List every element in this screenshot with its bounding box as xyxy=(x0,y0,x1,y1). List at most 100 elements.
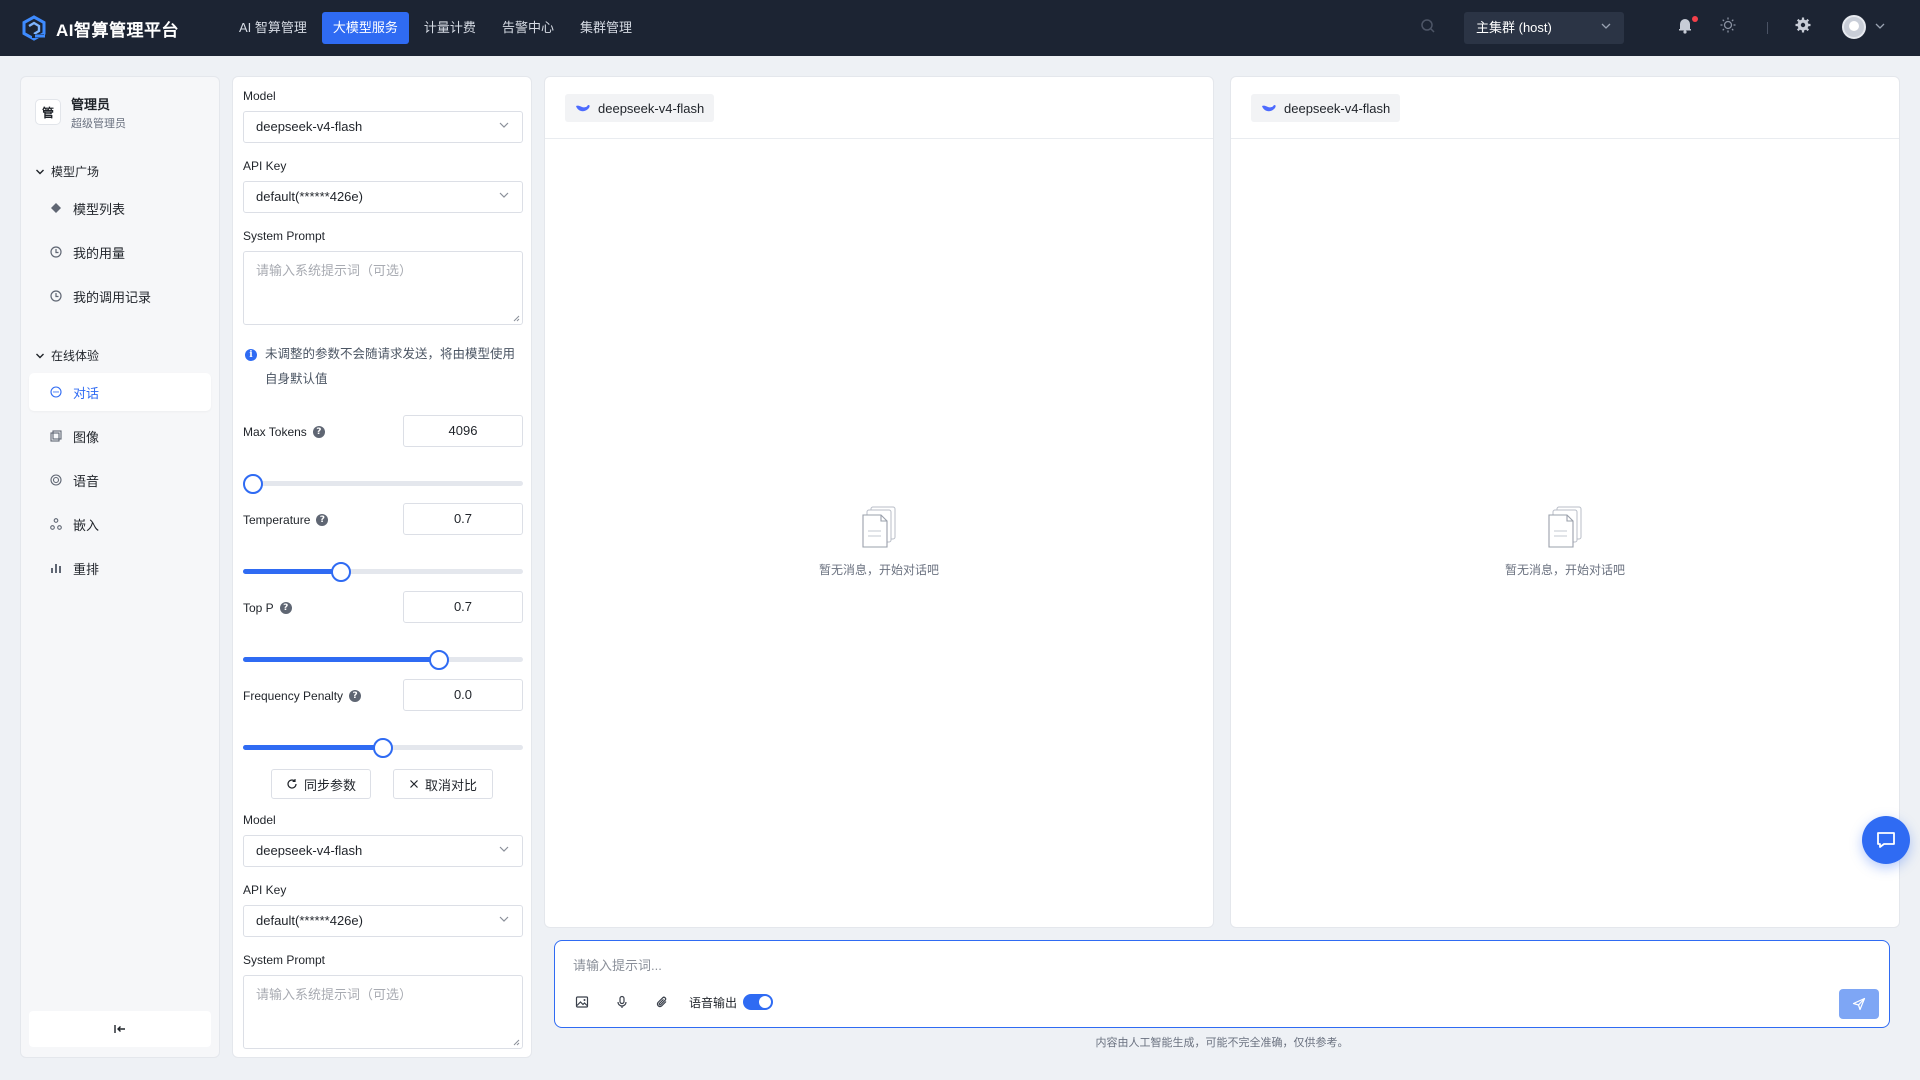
sidebar-item-history[interactable]: 我的调用记录 xyxy=(29,277,211,315)
attachment-icon[interactable] xyxy=(653,993,671,1011)
cancel-compare-label: 取消对比 xyxy=(424,777,477,793)
sidebar-group-online[interactable]: 在线体验 xyxy=(35,347,99,364)
sidebar-group-model-plaza[interactable]: 模型广场 xyxy=(35,163,99,180)
resize-handle-icon[interactable] xyxy=(512,314,520,322)
brand[interactable]: AI智算管理平台 xyxy=(20,14,210,42)
resize-handle-icon[interactable] xyxy=(512,1038,520,1046)
user-menu[interactable] xyxy=(1842,15,1886,39)
max-tokens-input[interactable]: 4096 xyxy=(403,415,523,447)
nav-billing[interactable]: 计量计费 xyxy=(413,12,487,44)
system-prompt-input[interactable]: 请输入系统提示词（可选） xyxy=(243,251,523,325)
temperature-slider[interactable] xyxy=(243,562,523,582)
user-card: 管 管理员 超级管理员 xyxy=(31,87,211,137)
apikey2-select[interactable]: default(******426e) xyxy=(243,905,523,937)
slider-thumb[interactable] xyxy=(243,474,263,494)
chevron-down-icon xyxy=(498,112,510,142)
sidebar-item-rerank[interactable]: 重排 xyxy=(29,549,211,587)
bell-icon[interactable] xyxy=(1676,16,1698,38)
model-chip[interactable]: deepseek-v4-flash xyxy=(1251,94,1401,122)
frequency-penalty-slider[interactable] xyxy=(243,738,523,758)
chat-pane-right: deepseek-v4-flash 暂无消息，开始对话吧 xyxy=(1230,76,1900,928)
embed-icon xyxy=(49,517,63,531)
system-prompt2-input[interactable]: 请输入系统提示词（可选） xyxy=(243,975,523,1049)
send-button[interactable] xyxy=(1839,989,1879,1019)
sidebar-item-label: 图像 xyxy=(73,429,100,445)
sidebar-item-audio[interactable]: 语音 xyxy=(29,461,211,499)
chevron-down-icon xyxy=(498,906,510,936)
collapse-sidebar-button[interactable] xyxy=(29,1011,211,1047)
audio-icon xyxy=(49,473,63,487)
top-navbar: AI智算管理平台 AI 智算管理 大模型服务 计量计费 告警中心 集群管理 主集… xyxy=(0,0,1920,56)
user-badge: 管 xyxy=(35,99,61,125)
top-nav: AI 智算管理 大模型服务 计量计费 告警中心 集群管理 xyxy=(228,12,643,44)
microphone-icon[interactable] xyxy=(613,993,631,1011)
sidebar-item-chat[interactable]: 对话 xyxy=(29,373,211,411)
nav-alerts[interactable]: 告警中心 xyxy=(491,12,565,44)
sidebar-group-label: 模型广场 xyxy=(51,165,100,179)
prompt-composer[interactable]: 请输入提示词... 语音输出 xyxy=(554,940,1890,1028)
model-select-value: deepseek-v4-flash xyxy=(256,119,363,134)
voice-output-toggle[interactable] xyxy=(743,994,774,1010)
voice-output-control[interactable]: 语音输出 xyxy=(689,994,774,1011)
empty-state: 暂无消息，开始对话吧 xyxy=(545,505,1213,578)
empty-doc-icon xyxy=(859,505,899,549)
sidebar-item-label: 模型列表 xyxy=(73,201,126,217)
chevron-down-icon xyxy=(1600,12,1612,44)
floating-chat-button[interactable] xyxy=(1862,816,1910,864)
sidebar: 管 管理员 超级管理员 模型广场 模型列表 我的用量 我的调用记录 在线体验 对… xyxy=(20,76,220,1058)
sidebar-item-label: 语音 xyxy=(73,473,100,489)
frequency-penalty-input[interactable]: 0.0 xyxy=(403,679,523,711)
composer-toolbar: 语音输出 xyxy=(573,993,774,1011)
chevron-down-icon xyxy=(1874,20,1886,35)
gear-icon[interactable] xyxy=(1794,16,1816,38)
nav-ai-compute[interactable]: AI 智算管理 xyxy=(228,12,318,44)
model2-select[interactable]: deepseek-v4-flash xyxy=(243,835,523,867)
sidebar-item-label: 我的调用记录 xyxy=(73,289,152,305)
sync-params-button[interactable]: 同步参数 xyxy=(271,769,371,799)
slider-thumb[interactable] xyxy=(373,738,393,758)
params-info-note: i 未调整的参数不会随请求发送，将由模型使用自身默认值 xyxy=(245,347,525,392)
top-p-slider[interactable] xyxy=(243,650,523,670)
sidebar-item-image[interactable]: 图像 xyxy=(29,417,211,455)
close-icon xyxy=(410,780,418,788)
search-icon[interactable] xyxy=(1420,18,1440,38)
apikey2-label: API Key xyxy=(243,883,287,897)
max-tokens-slider[interactable] xyxy=(243,474,523,494)
cancel-compare-button[interactable]: 取消对比 xyxy=(393,769,493,799)
top-p-label: Top P ? xyxy=(243,601,292,615)
slider-thumb[interactable] xyxy=(331,562,351,582)
model-chip-label: deepseek-v4-flash xyxy=(1284,100,1391,116)
max-tokens-label-text: Max Tokens xyxy=(243,425,307,439)
app-title: AI智算管理平台 xyxy=(56,20,179,40)
usage-icon xyxy=(49,245,63,259)
model-chip[interactable]: deepseek-v4-flash xyxy=(565,94,715,122)
model2-label: Model xyxy=(243,813,276,827)
max-tokens-label: Max Tokens ? xyxy=(243,425,325,439)
sidebar-item-embed[interactable]: 嵌入 xyxy=(29,505,211,543)
system-prompt-placeholder: 请输入系统提示词（可选） xyxy=(256,263,413,278)
chevron-down-icon xyxy=(36,169,44,174)
help-icon[interactable]: ? xyxy=(312,426,325,438)
slider-thumb[interactable] xyxy=(429,650,449,670)
help-icon[interactable]: ? xyxy=(316,514,329,526)
nav-cluster[interactable]: 集群管理 xyxy=(569,12,643,44)
chat-pane-header: deepseek-v4-flash xyxy=(545,77,1213,139)
top-p-input[interactable]: 0.7 xyxy=(403,591,523,623)
temperature-input[interactable]: 0.7 xyxy=(403,503,523,535)
model-select[interactable]: deepseek-v4-flash xyxy=(243,111,523,143)
help-icon[interactable]: ? xyxy=(349,690,362,702)
sidebar-item-model-list[interactable]: 模型列表 xyxy=(29,189,211,227)
apikey-select[interactable]: default(******426e) xyxy=(243,181,523,213)
nav-llm-service[interactable]: 大模型服务 xyxy=(321,12,409,44)
chat-pane-left: deepseek-v4-flash 暂无消息，开始对话吧 xyxy=(544,76,1214,928)
header-divider xyxy=(1767,22,1768,34)
image-upload-icon[interactable] xyxy=(573,993,591,1011)
cluster-select[interactable]: 主集群 (host) xyxy=(1464,12,1624,44)
deepseek-whale-icon xyxy=(576,105,590,112)
notification-dot xyxy=(1692,16,1698,22)
sidebar-item-usage[interactable]: 我的用量 xyxy=(29,233,211,271)
prompt-input-placeholder[interactable]: 请输入提示词... xyxy=(573,955,662,974)
theme-sun-icon[interactable] xyxy=(1719,16,1741,38)
help-icon[interactable]: ? xyxy=(279,602,292,614)
empty-state-text: 暂无消息，开始对话吧 xyxy=(1504,563,1625,577)
